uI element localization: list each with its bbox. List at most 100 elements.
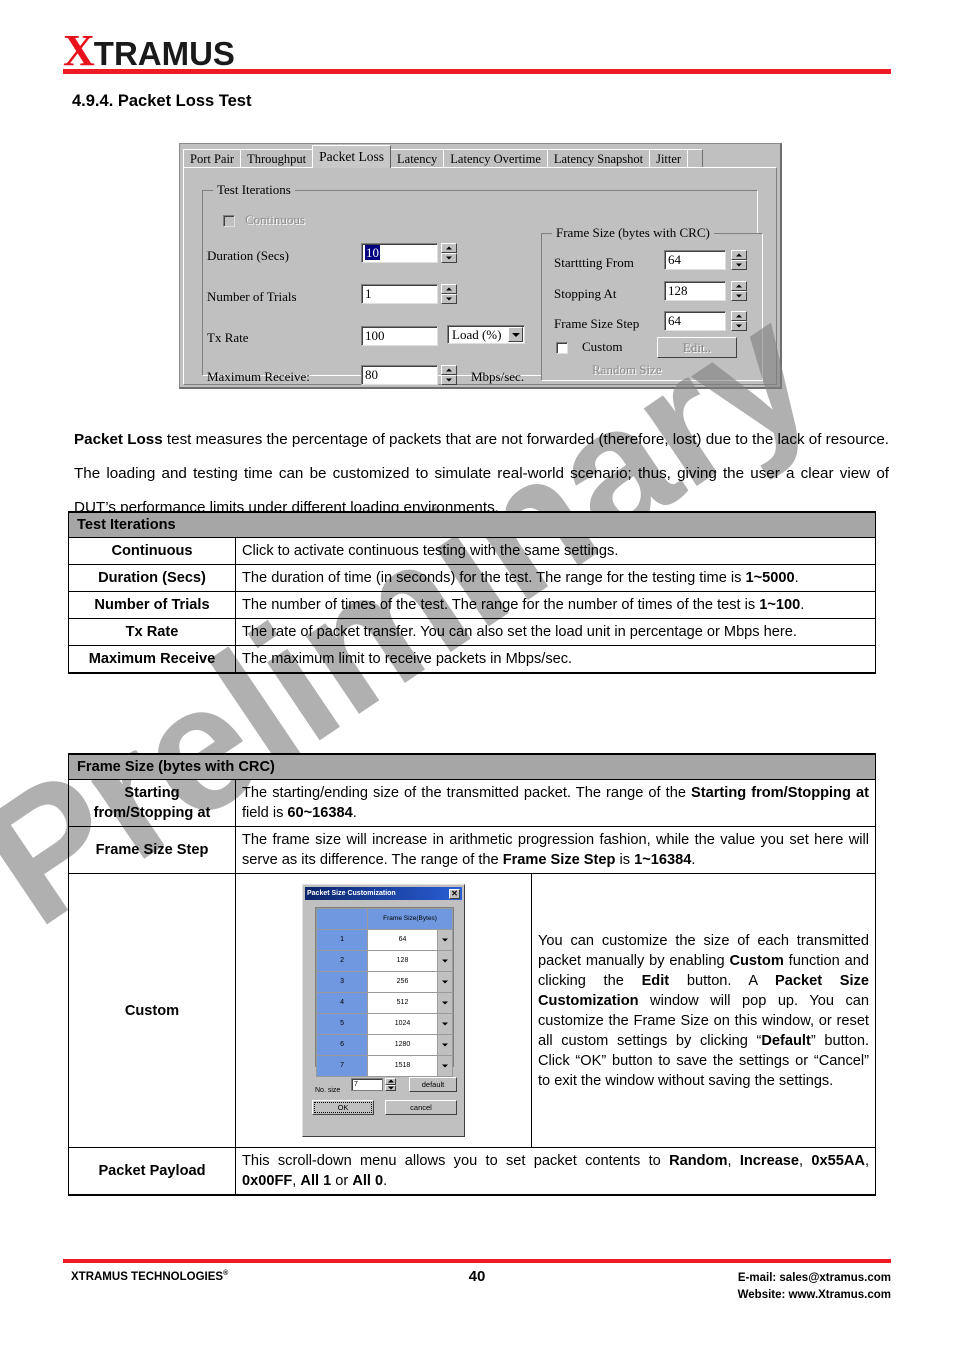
desc-emph: Frame Size Step bbox=[502, 852, 616, 868]
tx-rate-unit-select[interactable]: Load (%) bbox=[447, 325, 525, 344]
grid-size-value-4[interactable]: 512 bbox=[367, 992, 438, 1014]
test-iterations-table: Test Iterations Continuous Click to acti… bbox=[68, 511, 876, 674]
desc-emph-custom: Custom bbox=[729, 952, 784, 969]
grid-row[interactable]: 2 128 bbox=[315, 950, 454, 972]
desc-t1: This scroll-down menu allows you to set … bbox=[242, 1153, 670, 1169]
desc-text: The starting/ending size of the transmit… bbox=[242, 785, 692, 801]
grid-size-value-7[interactable]: 1518 bbox=[367, 1055, 438, 1077]
chevron-down-icon[interactable] bbox=[436, 971, 454, 993]
page-title: 4.9.4. Packet Loss Test bbox=[72, 92, 252, 110]
continuous-checkbox[interactable] bbox=[223, 215, 235, 227]
max-receive-spinner[interactable] bbox=[441, 365, 457, 385]
desc-emph-edit: Edit bbox=[641, 972, 670, 989]
tab-jitter[interactable]: Jitter bbox=[649, 149, 689, 168]
edit-button[interactable]: Edit.. bbox=[657, 337, 737, 358]
grid-row[interactable]: 3 256 bbox=[315, 971, 454, 993]
table-row: Maximum Receive The maximum limit to rec… bbox=[68, 645, 876, 674]
footer-website: Website: www.Xtramus.com bbox=[737, 1289, 891, 1301]
tx-rate-unit-value: Load (%) bbox=[452, 326, 502, 342]
grid-col-header-frame-size: Frame Size(Bytes) bbox=[367, 908, 453, 930]
duration-spinner[interactable] bbox=[441, 243, 457, 263]
chevron-down-icon[interactable] bbox=[436, 950, 454, 972]
table-row: Tx Rate The rate of packet transfer. You… bbox=[68, 618, 876, 646]
frame-size-step-input[interactable]: 64 bbox=[664, 311, 726, 331]
row-key-trials: Number of Trials bbox=[68, 591, 236, 619]
default-button[interactable]: default bbox=[409, 1077, 457, 1092]
frame-size-grid[interactable]: Frame Size(Bytes) 1 64 2 128 3 256 4 512… bbox=[315, 907, 454, 1077]
chevron-down-icon[interactable] bbox=[508, 327, 523, 342]
chevron-down-icon[interactable] bbox=[436, 1055, 454, 1077]
page-number: 40 bbox=[468, 1268, 486, 1285]
max-receive-input[interactable]: 80 bbox=[361, 365, 438, 385]
row-key-frame-size-step: Frame Size Step bbox=[68, 826, 236, 874]
chevron-down-icon[interactable] bbox=[436, 992, 454, 1014]
row-desc-maximum-receive: The maximum limit to receive packets in … bbox=[235, 645, 876, 674]
table-header-label: Test Iterations bbox=[68, 511, 876, 538]
desc-tail: . bbox=[383, 1173, 388, 1189]
tab-latency[interactable]: Latency bbox=[390, 149, 445, 168]
grid-size-value-6[interactable]: 1280 bbox=[367, 1034, 438, 1056]
row-key-starting-stopping: Starting from/Stopping at bbox=[68, 779, 236, 827]
starting-from-label: Starttting From bbox=[554, 255, 634, 270]
grid-row[interactable]: 4 512 bbox=[315, 992, 454, 1014]
table-header-row: Test Iterations bbox=[68, 511, 876, 538]
row-desc-duration: The duration of time (in seconds) for th… bbox=[235, 564, 876, 592]
header-divider-rule bbox=[63, 69, 891, 74]
frame-size-table: Frame Size (bytes with CRC) Starting from… bbox=[68, 753, 876, 1196]
grid-row[interactable]: 1 64 bbox=[315, 929, 454, 951]
stopping-at-spinner[interactable] bbox=[731, 281, 747, 301]
no-size-spinner[interactable] bbox=[385, 1078, 396, 1091]
row-key-continuous: Continuous bbox=[68, 537, 236, 565]
frame-size-step-label: Frame Size Step bbox=[554, 316, 640, 331]
starting-from-spinner[interactable] bbox=[731, 250, 747, 270]
table-row: Duration (Secs) The duration of time (in… bbox=[68, 564, 876, 592]
no-size-input[interactable]: 7 bbox=[351, 1078, 383, 1091]
trials-spinner[interactable] bbox=[441, 284, 457, 304]
cancel-button[interactable]: cancel bbox=[385, 1100, 457, 1115]
duration-input[interactable]: 10 bbox=[361, 243, 438, 263]
row-key-duration: Duration (Secs) bbox=[68, 564, 236, 592]
desc-emph: Starting from/Stopping at bbox=[691, 785, 869, 801]
starting-from-input[interactable]: 64 bbox=[664, 250, 726, 270]
grid-size-value-2[interactable]: 128 bbox=[367, 950, 438, 972]
tx-rate-input[interactable]: 100 bbox=[361, 326, 438, 346]
trials-input[interactable]: 1 bbox=[361, 284, 438, 304]
chevron-down-icon[interactable] bbox=[436, 929, 454, 951]
close-icon[interactable]: ✕ bbox=[449, 888, 460, 899]
tab-latency-snapshot[interactable]: Latency Snapshot bbox=[546, 149, 651, 168]
opt-random: Random bbox=[669, 1153, 728, 1169]
chevron-down-icon[interactable] bbox=[436, 1013, 454, 1035]
grid-row[interactable]: 6 1280 bbox=[315, 1034, 454, 1056]
desc-text-2: is bbox=[615, 852, 635, 868]
grid-row-index-7: 7 bbox=[315, 1055, 369, 1077]
packet-size-customization-screenshot-cell: Packet Size Customization ✕ Frame Size(B… bbox=[235, 873, 532, 1148]
tab-packet-loss[interactable]: Packet Loss bbox=[312, 145, 392, 168]
tab-latency-overtime[interactable]: Latency Overtime bbox=[443, 149, 548, 168]
custom-checkbox[interactable] bbox=[556, 342, 568, 354]
ok-button[interactable]: OK bbox=[312, 1100, 374, 1115]
grid-row[interactable]: 5 1024 bbox=[315, 1013, 454, 1035]
chevron-down-icon[interactable] bbox=[436, 1034, 454, 1056]
row-key-maximum-receive: Maximum Receive bbox=[68, 645, 236, 674]
intro-paragraph-lead: Packet Loss bbox=[74, 431, 163, 449]
grid-size-value-1[interactable]: 64 bbox=[367, 929, 438, 951]
test-iterations-group-title: Test Iterations bbox=[213, 182, 295, 198]
desc-range: 1~100 bbox=[759, 597, 801, 613]
logo-x-mark: X bbox=[63, 26, 95, 75]
grid-size-value-3[interactable]: 256 bbox=[367, 971, 438, 993]
registered-mark-icon: ® bbox=[223, 1270, 229, 1277]
logo-wordmark: TRAMUS bbox=[93, 35, 235, 72]
row-key-packet-payload: Packet Payload bbox=[68, 1147, 236, 1196]
row-desc-custom: You can customize the size of each trans… bbox=[531, 873, 876, 1148]
frame-size-step-spinner[interactable] bbox=[731, 311, 747, 331]
grid-row-index-3: 3 bbox=[315, 971, 369, 993]
stopping-at-input[interactable]: 128 bbox=[664, 281, 726, 301]
grid-row[interactable]: 7 1518 bbox=[315, 1055, 454, 1077]
footer-company: XTRAMUS TECHNOLOGIES® bbox=[71, 1270, 228, 1283]
tab-throughput[interactable]: Throughput bbox=[240, 149, 314, 168]
grid-size-value-5[interactable]: 1024 bbox=[367, 1013, 438, 1035]
desc-text: The duration of time (in seconds) for th… bbox=[242, 570, 746, 586]
footer-email: E-mail: sales@xtramus.com bbox=[737, 1272, 891, 1284]
desc-range: 1~5000 bbox=[745, 570, 795, 586]
tab-port-pair[interactable]: Port Pair bbox=[183, 149, 242, 168]
